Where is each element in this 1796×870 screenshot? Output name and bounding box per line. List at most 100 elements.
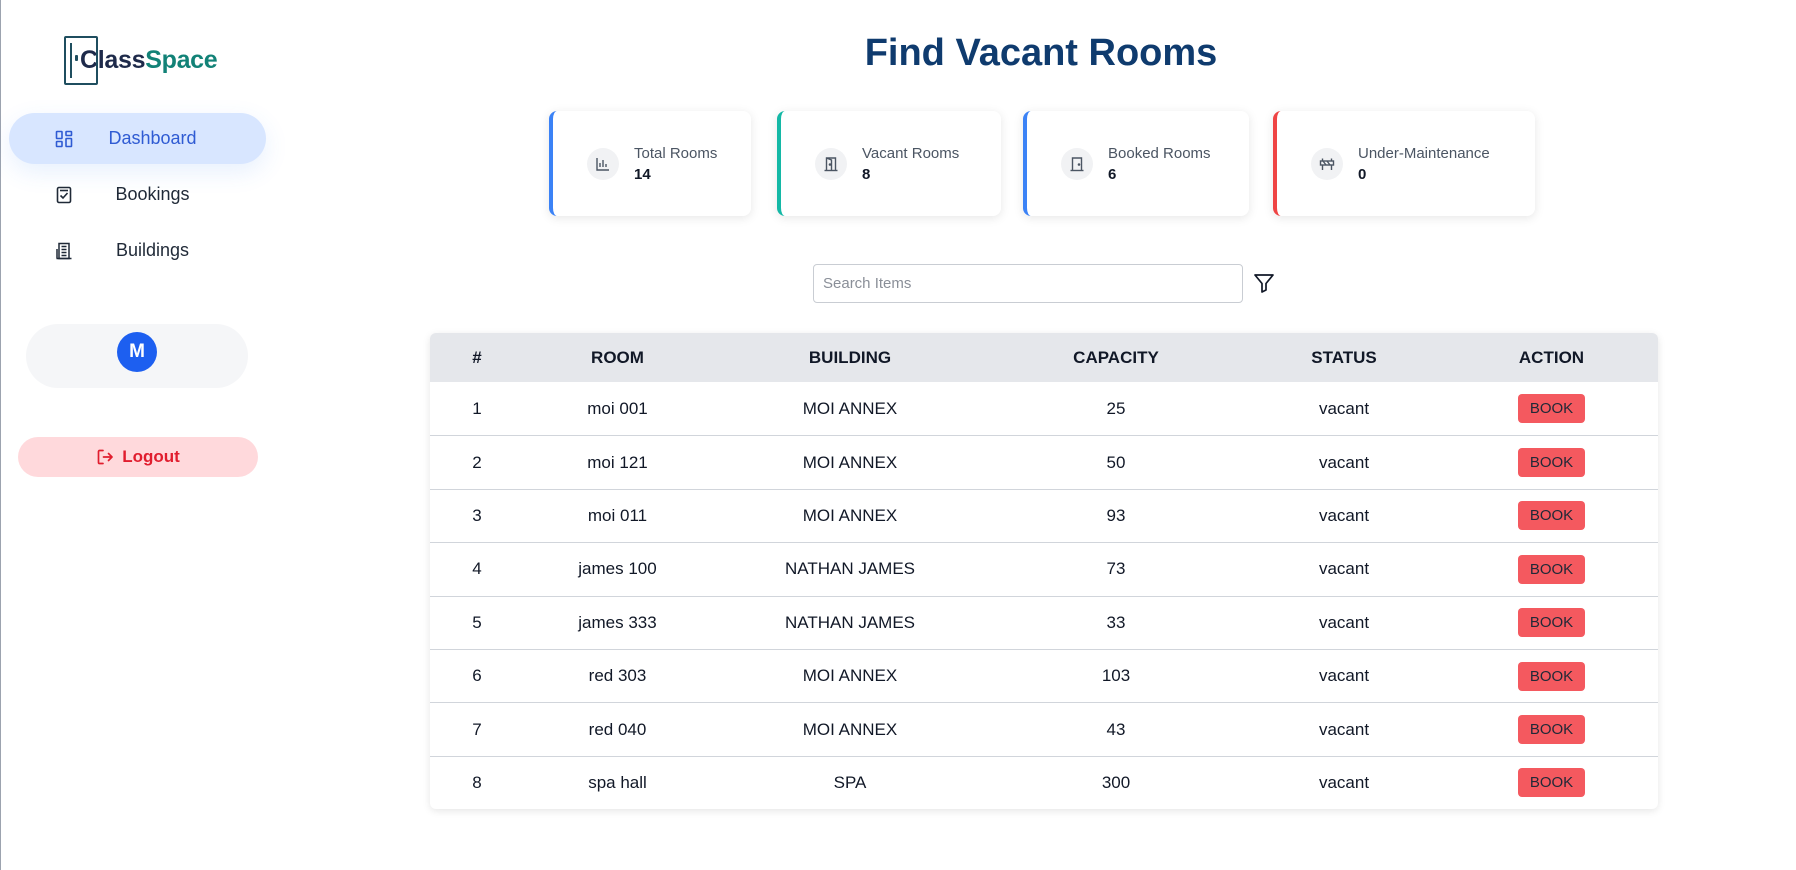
column-header-status: STATUS	[1311, 347, 1377, 367]
stat-value: 0	[1358, 166, 1367, 183]
sidebar-item-label: Dashboard	[108, 128, 197, 148]
cell-status: vacant	[1318, 772, 1370, 792]
cell-number: 6	[472, 666, 482, 686]
book-button[interactable]: BOOK	[1517, 661, 1586, 691]
stat-label: Vacant Rooms	[862, 145, 960, 162]
stat-value: 6	[1108, 166, 1117, 183]
cell-capacity: 50	[1106, 452, 1126, 472]
page-title: Find Vacant Rooms	[864, 32, 1218, 74]
cell-status: vacant	[1318, 719, 1370, 739]
cell-room: moi 011	[587, 505, 648, 525]
sidebar: ClassSpace Dashboard Bookings Buildings …	[1, 0, 281, 870]
book-button[interactable]: BOOK	[1517, 448, 1586, 478]
avatar[interactable]: M	[117, 332, 157, 372]
book-button[interactable]: BOOK	[1517, 394, 1586, 424]
table-header: # ROOM BUILDING CAPACITY STATUS ACTION	[430, 333, 1658, 382]
stat-label: Under-Maintenance	[1358, 145, 1490, 162]
book-button[interactable]: BOOK	[1517, 501, 1586, 531]
stat-label: Booked Rooms	[1108, 145, 1211, 162]
cell-room: james 333	[578, 612, 657, 632]
cell-action: BOOK	[1445, 501, 1658, 531]
cell-number: 7	[472, 719, 482, 739]
door-logo-icon	[64, 36, 98, 85]
sidebar-item-label: Bookings	[115, 184, 190, 204]
cell-capacity: 73	[1106, 559, 1126, 579]
cell-action: BOOK	[1445, 661, 1658, 691]
sidebar-item-dashboard[interactable]: Dashboard	[9, 113, 266, 164]
table-row: 2 moi 121 MOI ANNEX 50 vacant BOOK	[430, 435, 1658, 488]
table-row: 1 moi 001 MOI ANNEX 25 vacant BOOK	[430, 382, 1658, 435]
table-row: 3 moi 011 MOI ANNEX 93 vacant BOOK	[430, 488, 1658, 542]
cell-capacity: 300	[1101, 772, 1131, 792]
table-row: 4 james 100 NATHAN JAMES 73 vacant BOOK	[430, 542, 1658, 595]
cell-room: moi 121	[587, 452, 648, 472]
cell-building: NATHAN JAMES	[784, 612, 916, 632]
cell-capacity: 93	[1106, 505, 1126, 525]
search-box	[813, 264, 1243, 303]
filter-icon[interactable]	[1253, 272, 1275, 294]
cell-building: MOI ANNEX	[802, 398, 898, 418]
cell-number: 2	[472, 452, 482, 472]
app-window: ClassSpace Dashboard Bookings Buildings …	[0, 0, 1796, 870]
cell-action: BOOK	[1445, 394, 1658, 424]
column-header-capacity: CAPACITY	[1073, 347, 1159, 367]
logo-text: ClassSpace	[80, 46, 218, 75]
app-logo[interactable]: ClassSpace	[64, 36, 218, 85]
stat-card-total-rooms: Total Rooms 14	[549, 111, 751, 216]
column-header-building: BUILDING	[808, 347, 892, 367]
book-button[interactable]: BOOK	[1517, 715, 1586, 745]
sidebar-item-label: Buildings	[115, 240, 190, 260]
book-button[interactable]: BOOK	[1517, 554, 1586, 584]
cell-building: MOI ANNEX	[802, 719, 898, 739]
bar-chart-icon	[587, 148, 619, 180]
cell-room: red 303	[588, 666, 647, 686]
cell-building: SPA	[833, 772, 867, 792]
cell-status: vacant	[1318, 559, 1370, 579]
cell-room: red 040	[588, 719, 647, 739]
cell-action: BOOK	[1445, 715, 1658, 745]
table-row: 8 spa hall SPA 300 vacant BOOK	[430, 755, 1658, 809]
cell-number: 1	[472, 398, 482, 418]
cell-status: vacant	[1318, 666, 1370, 686]
column-header-action: ACTION	[1518, 347, 1585, 367]
search-input[interactable]	[814, 265, 1242, 302]
cell-status: vacant	[1318, 452, 1370, 472]
stat-card-booked-rooms: Booked Rooms 6	[1023, 111, 1249, 216]
column-header-room: ROOM	[591, 347, 644, 367]
cell-room: moi 001	[587, 398, 648, 418]
cell-room: spa hall	[588, 772, 647, 792]
cell-capacity: 25	[1106, 398, 1126, 418]
table-row: 7 red 040 MOI ANNEX 43 vacant BOOK	[430, 702, 1658, 755]
cell-building: MOI ANNEX	[802, 505, 898, 525]
stat-card-under-maintenance: Under-Maintenance 0	[1273, 111, 1535, 216]
cell-status: vacant	[1318, 505, 1370, 525]
column-header-number: #	[472, 347, 482, 367]
cell-capacity: 103	[1101, 666, 1131, 686]
cell-building: MOI ANNEX	[802, 452, 898, 472]
table-row: 6 red 303 MOI ANNEX 103 vacant BOOK	[430, 648, 1658, 702]
logo-text-space: Space	[145, 46, 218, 74]
user-profile-card: M	[26, 324, 248, 388]
sidebar-item-bookings[interactable]: Bookings	[9, 169, 266, 220]
closed-door-icon	[1061, 148, 1093, 180]
stat-value: 14	[634, 166, 651, 183]
cell-action: BOOK	[1445, 448, 1658, 478]
rooms-table: # ROOM BUILDING CAPACITY STATUS ACTION 1…	[430, 333, 1658, 809]
cell-status: vacant	[1318, 398, 1370, 418]
book-button[interactable]: BOOK	[1517, 768, 1586, 798]
logout-icon	[97, 449, 114, 465]
logout-button[interactable]: Logout	[18, 437, 258, 477]
cell-action: BOOK	[1445, 608, 1658, 638]
cell-capacity: 43	[1106, 719, 1126, 739]
cell-action: BOOK	[1445, 554, 1658, 584]
sidebar-item-buildings[interactable]: Buildings	[9, 225, 266, 276]
cell-number: 4	[472, 559, 482, 579]
logout-label: Logout	[122, 447, 180, 466]
stat-card-vacant-rooms: Vacant Rooms 8	[777, 111, 1001, 216]
table-row: 5 james 333 NATHAN JAMES 33 vacant BOOK	[430, 595, 1658, 649]
cell-building: MOI ANNEX	[802, 666, 898, 686]
cell-status: vacant	[1318, 612, 1370, 632]
book-button[interactable]: BOOK	[1517, 608, 1586, 638]
cell-capacity: 33	[1106, 612, 1126, 632]
barrier-icon	[1311, 148, 1343, 180]
